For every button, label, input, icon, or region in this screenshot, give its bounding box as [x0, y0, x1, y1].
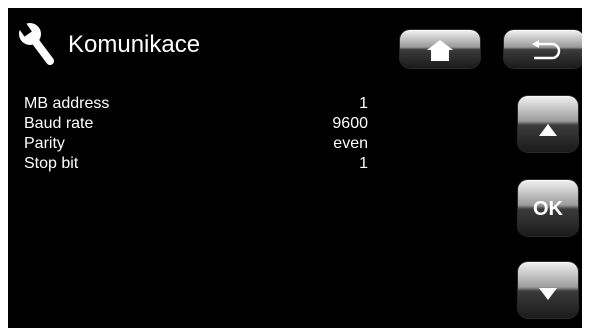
setting-label: Parity [24, 135, 65, 152]
up-arrow-icon [539, 124, 557, 136]
back-button[interactable] [504, 30, 582, 68]
setting-value: even [333, 135, 368, 152]
settings-row-mb-address[interactable]: MB address 1 [24, 94, 368, 114]
screen: Komunikace MB address 1 Baud rate 9600 P… [8, 8, 582, 328]
settings-row-parity[interactable]: Parity even [24, 134, 368, 154]
up-button[interactable] [518, 96, 578, 152]
ok-label: OK [533, 198, 563, 220]
setting-label: Stop bit [24, 155, 79, 172]
setting-value: 1 [359, 95, 368, 112]
home-icon [427, 40, 453, 61]
setting-value: 1 [359, 155, 368, 172]
back-arrow-icon [532, 40, 561, 60]
ok-button[interactable]: OK [518, 180, 578, 236]
home-button[interactable] [400, 30, 480, 68]
setting-label: MB address [24, 95, 110, 112]
setting-value: 9600 [332, 115, 368, 132]
page-title: Komunikace [68, 31, 201, 58]
wrench-icon [17, 20, 58, 68]
down-button[interactable] [518, 262, 578, 318]
settings-list: MB address 1 Baud rate 9600 Parity even … [24, 94, 368, 174]
setting-label: Baud rate [24, 115, 94, 132]
down-arrow-icon [539, 288, 557, 300]
settings-row-stop-bit[interactable]: Stop bit 1 [24, 154, 368, 174]
settings-row-baud-rate[interactable]: Baud rate 9600 [24, 114, 368, 134]
